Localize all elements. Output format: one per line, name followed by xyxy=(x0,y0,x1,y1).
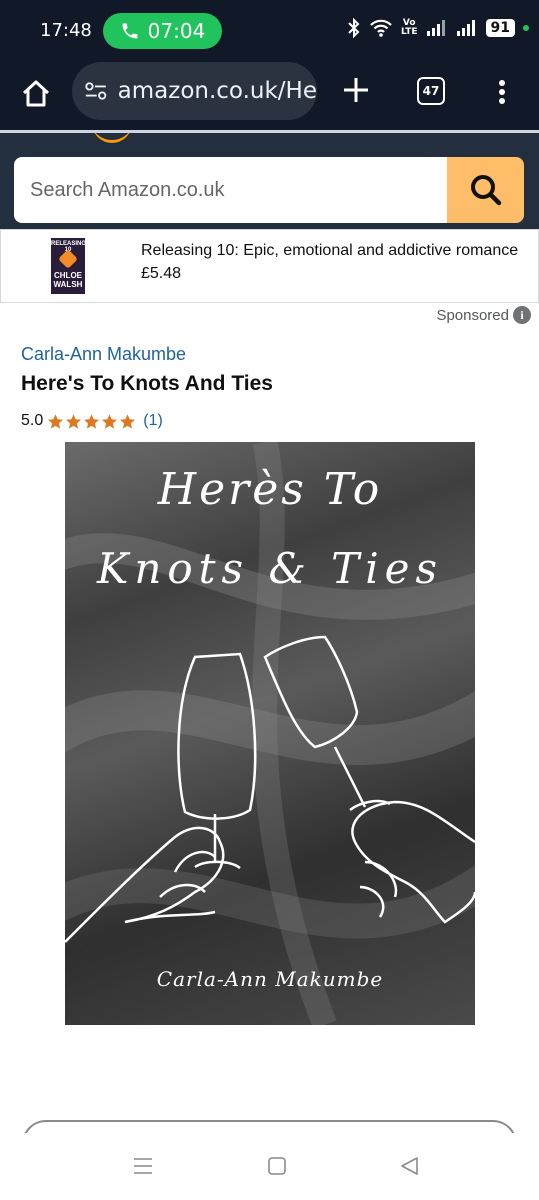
bluetooth-icon xyxy=(347,18,361,38)
product-title: Here's To Knots And Ties xyxy=(21,372,273,395)
battery-icon: 91 xyxy=(485,19,515,37)
star-icon xyxy=(120,413,136,429)
browser-toolbar: amazon.co.uk/He 47 xyxy=(0,62,539,132)
cover-title-line-1: Herès To xyxy=(157,464,383,515)
volte-indicator: Vo LTE xyxy=(401,19,418,37)
review-count-link[interactable]: (1) xyxy=(143,412,163,430)
cover-title-line-2: Knots & Ties xyxy=(96,544,444,593)
star-icon xyxy=(102,413,118,429)
signal-icon-2 xyxy=(456,19,478,37)
home-button[interactable] xyxy=(18,76,54,112)
ad-book-cover[interactable]: RELEASING 10 CHLOE WALSH xyxy=(51,238,85,294)
system-navigation-bar xyxy=(0,1133,539,1200)
wifi-icon xyxy=(369,18,393,38)
address-bar[interactable]: amazon.co.uk/He xyxy=(72,62,317,120)
star-icon xyxy=(84,413,100,429)
back-triangle-icon xyxy=(401,1157,418,1175)
cover-author: Carla-Ann Makumbe xyxy=(156,967,384,991)
plus-icon xyxy=(344,78,368,102)
star-rating xyxy=(47,413,136,430)
status-bar: 17:48 07:04 Vo LTE 91 xyxy=(0,0,539,62)
book-cover-image[interactable]: Herès To Knots & Ties Carla-Ann Makumbe xyxy=(65,442,475,1025)
call-timer: 07:04 xyxy=(147,19,206,43)
star-icon xyxy=(66,413,82,429)
phone-icon xyxy=(122,23,138,39)
sponsored-text: Sponsored xyxy=(436,306,509,324)
url-text: amazon.co.uk/He xyxy=(117,78,317,104)
new-tab-button[interactable] xyxy=(340,74,372,106)
sponsored-label[interactable]: Sponsored i xyxy=(436,306,531,324)
amazon-logo-fragment xyxy=(92,133,132,143)
system-home-button[interactable] xyxy=(266,1155,288,1177)
browser-menu-button[interactable] xyxy=(494,76,510,108)
product-author-link[interactable]: Carla-Ann Makumbe xyxy=(21,344,186,365)
ongoing-call-chip[interactable]: 07:04 xyxy=(103,13,222,49)
menu-lines-icon xyxy=(134,1158,152,1174)
menu-dot xyxy=(499,98,505,104)
menu-dot xyxy=(499,80,505,86)
rating-row[interactable]: 5.0 (1) xyxy=(21,412,163,430)
cover-artwork xyxy=(65,442,475,1025)
tab-switcher-button[interactable]: 47 xyxy=(417,77,445,105)
volte-bottom-label: LTE xyxy=(400,27,418,37)
rating-value: 5.0 xyxy=(21,412,44,429)
signal-icon xyxy=(426,19,448,37)
ad-cover-author: CHLOE WALSH xyxy=(53,271,83,289)
recent-apps-button[interactable] xyxy=(132,1155,154,1177)
ad-price: £5.48 xyxy=(141,265,182,282)
sponsored-ad-banner[interactable]: RELEASING 10 CHLOE WALSH Releasing 10: E… xyxy=(0,229,539,303)
search-bar xyxy=(14,157,524,223)
site-settings-icon[interactable] xyxy=(84,79,108,103)
system-back-button[interactable] xyxy=(398,1155,420,1177)
search-icon xyxy=(470,175,501,206)
ad-title[interactable]: Releasing 10: Epic, emotional and addict… xyxy=(141,242,533,260)
status-time: 17:48 xyxy=(40,20,92,41)
search-button[interactable] xyxy=(447,157,524,223)
star-icon xyxy=(48,413,64,429)
search-input[interactable] xyxy=(14,157,447,223)
home-icon xyxy=(22,80,50,107)
menu-dot xyxy=(499,89,505,95)
info-icon[interactable]: i xyxy=(513,306,531,324)
privacy-indicator-dot xyxy=(523,25,529,31)
status-icons: Vo LTE 91 xyxy=(347,18,529,38)
amazon-header xyxy=(0,133,539,229)
square-icon xyxy=(268,1157,286,1175)
